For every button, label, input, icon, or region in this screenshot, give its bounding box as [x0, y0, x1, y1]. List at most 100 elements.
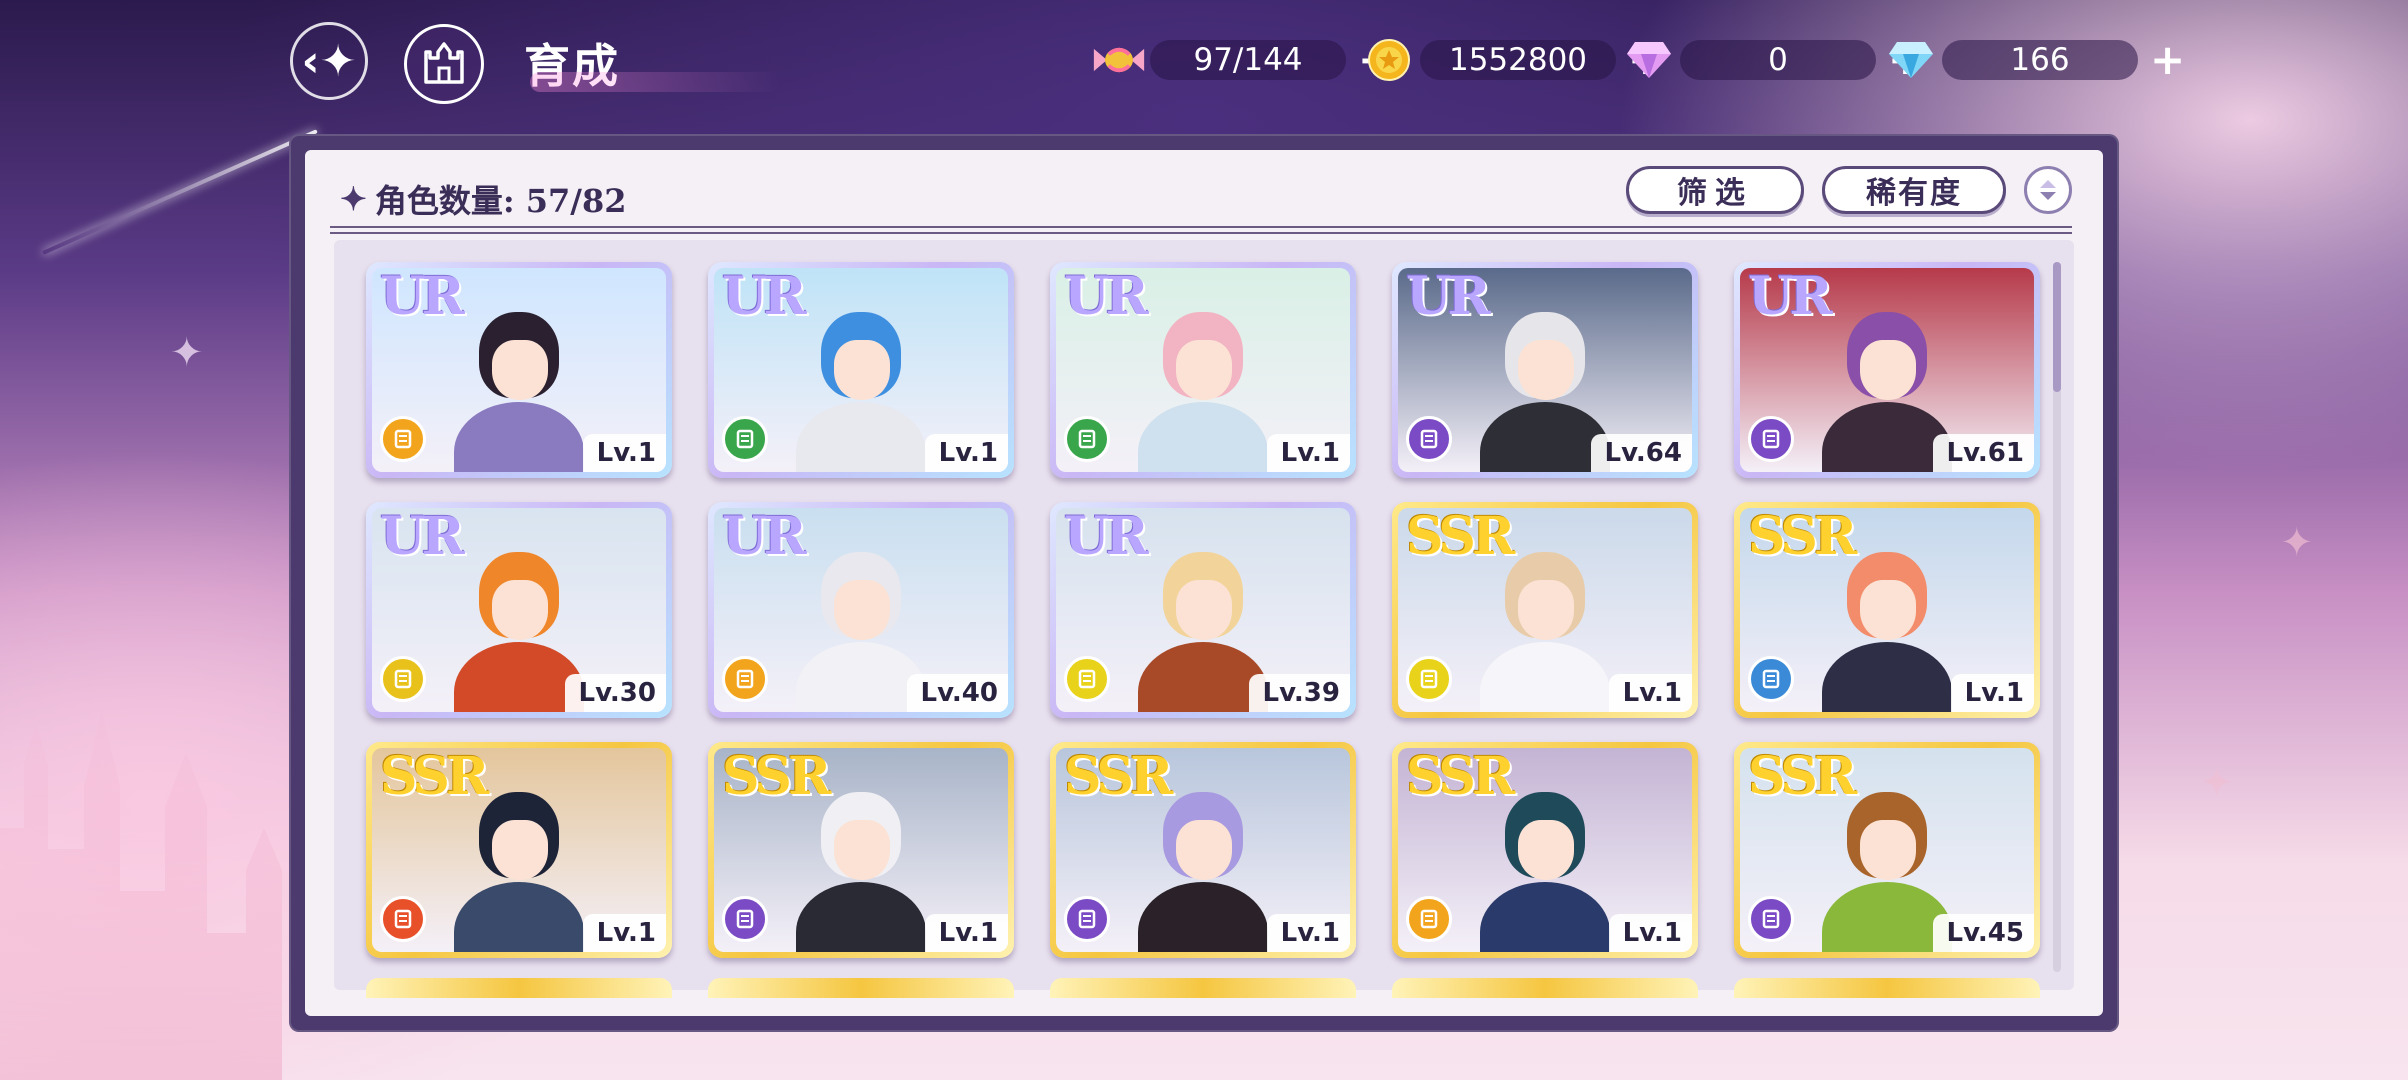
level-label: Lv.39	[1248, 674, 1350, 712]
level-label: Lv.1	[924, 914, 1008, 952]
character-portrait: SSR Lv.45	[1740, 748, 2034, 952]
class-icon	[380, 416, 426, 462]
rarity-badge: SSR	[380, 748, 489, 807]
castle-icon	[424, 42, 464, 84]
level-label: Lv.1	[582, 914, 666, 952]
rarity-badge: UR	[1064, 268, 1149, 327]
rarity-badge: UR	[380, 268, 465, 327]
character-card[interactable]: UR Lv.40	[708, 502, 1014, 718]
character-card[interactable]: UR Lv.30	[366, 502, 672, 718]
card-partial[interactable]	[1050, 978, 1356, 998]
class-icon	[1064, 656, 1110, 702]
rarity-badge: SSR	[1064, 748, 1173, 807]
level-label: Lv.40	[906, 674, 1008, 712]
rarity-badge: UR	[722, 508, 807, 567]
character-card[interactable]: UR Lv.1	[366, 262, 672, 478]
character-portrait: SSR Lv.1	[1740, 508, 2034, 712]
card-partial[interactable]	[366, 978, 672, 998]
rarity-badge: UR	[1406, 268, 1491, 327]
card-partial[interactable]	[708, 978, 1014, 998]
character-card[interactable]: SSR Lv.1	[366, 742, 672, 958]
character-card[interactable]: SSR Lv.45	[1734, 742, 2040, 958]
rarity-badge: UR	[1748, 268, 1833, 327]
rarity-badge: SSR	[722, 748, 831, 807]
level-label: Lv.61	[1932, 434, 2034, 472]
character-portrait: SSR Lv.1	[1398, 508, 1692, 712]
sort-toggle-icon	[2040, 180, 2056, 200]
class-icon	[722, 416, 768, 462]
pink-gem-value: 0	[1680, 40, 1876, 80]
rarity-sort-button[interactable]: 稀有度	[1822, 166, 2006, 214]
sort-order-button[interactable]	[2024, 166, 2072, 214]
card-partial[interactable]	[1392, 978, 1698, 998]
rarity-badge: SSR	[1406, 748, 1515, 807]
gold-coin-icon	[1362, 33, 1416, 87]
rarity-badge: SSR	[1748, 748, 1857, 807]
character-portrait: UR Lv.64	[1398, 268, 1692, 472]
blue-diamond-icon	[1884, 33, 1938, 87]
character-portrait: UR Lv.39	[1056, 508, 1350, 712]
currency-gold: 1552800 +	[1362, 36, 1663, 84]
sparkle-icon: ✦	[2280, 520, 2314, 566]
add-blue-diamond-button[interactable]: +	[2150, 39, 2185, 81]
home-button[interactable]	[404, 24, 484, 104]
character-portrait: SSR Lv.1	[372, 748, 666, 952]
currency-pink-gem: 0 +	[1622, 36, 1923, 84]
character-card[interactable]: UR Lv.39	[1050, 502, 1356, 718]
class-icon	[380, 896, 426, 942]
character-card[interactable]: SSR Lv.1	[1392, 502, 1698, 718]
level-label: Lv.30	[564, 674, 666, 712]
sparkle-icon: ✦	[170, 330, 204, 376]
card-partial[interactable]	[1734, 978, 2040, 998]
castle-silhouette	[0, 710, 282, 1080]
candy-icon	[1092, 33, 1146, 87]
class-icon	[722, 656, 768, 702]
character-portrait: UR Lv.30	[372, 508, 666, 712]
level-label: Lv.1	[582, 434, 666, 472]
character-portrait: SSR Lv.1	[1056, 748, 1350, 952]
character-card[interactable]: UR Lv.61	[1734, 262, 2040, 478]
character-card[interactable]: SSR Lv.1	[708, 742, 1014, 958]
sparkle-icon: ✦	[340, 180, 367, 218]
rarity-badge: SSR	[1748, 508, 1857, 567]
rarity-badge: SSR	[1406, 508, 1515, 567]
blue-diamond-value: 166	[1942, 40, 2138, 80]
character-card[interactable]: SSR Lv.1	[1392, 742, 1698, 958]
character-count: ✦ 角色数量: 57/82	[340, 176, 627, 222]
class-icon	[1064, 896, 1110, 942]
character-card[interactable]: UR Lv.1	[708, 262, 1014, 478]
pink-gem-icon	[1622, 33, 1676, 87]
class-icon	[1748, 656, 1794, 702]
header-divider	[330, 226, 2072, 234]
level-label: Lv.1	[1608, 674, 1692, 712]
level-label: Lv.45	[1932, 914, 2034, 952]
character-portrait: UR Lv.1	[372, 268, 666, 472]
grid-scrollbar-thumb[interactable]	[2053, 262, 2061, 392]
class-icon	[1406, 416, 1452, 462]
level-label: Lv.1	[1266, 914, 1350, 952]
filter-button[interactable]: 筛选	[1626, 166, 1804, 214]
shooting-star-decoration	[42, 129, 318, 255]
rarity-badge: UR	[380, 508, 465, 567]
level-label: Lv.1	[1950, 674, 2034, 712]
character-figure	[444, 292, 594, 472]
level-label: Lv.64	[1590, 434, 1692, 472]
back-button[interactable]: ‹✦	[290, 22, 368, 100]
gold-value: 1552800	[1420, 40, 1616, 80]
character-card[interactable]: UR Lv.64	[1392, 262, 1698, 478]
currency-candy: 97/144 +	[1092, 36, 1393, 84]
class-icon	[1406, 656, 1452, 702]
rarity-badge: UR	[1064, 508, 1149, 567]
character-figure	[1128, 292, 1278, 472]
level-label: Lv.1	[1266, 434, 1350, 472]
character-card[interactable]: SSR Lv.1	[1734, 502, 2040, 718]
character-card[interactable]: SSR Lv.1	[1050, 742, 1356, 958]
character-card[interactable]: UR Lv.1	[1050, 262, 1356, 478]
character-portrait: SSR Lv.1	[1398, 748, 1692, 952]
character-portrait: UR Lv.40	[714, 508, 1008, 712]
level-label: Lv.1	[1608, 914, 1692, 952]
character-portrait: UR Lv.1	[1056, 268, 1350, 472]
character-count-text: 角色数量: 57/82	[374, 182, 627, 220]
class-icon	[722, 896, 768, 942]
character-portrait: UR Lv.61	[1740, 268, 2034, 472]
